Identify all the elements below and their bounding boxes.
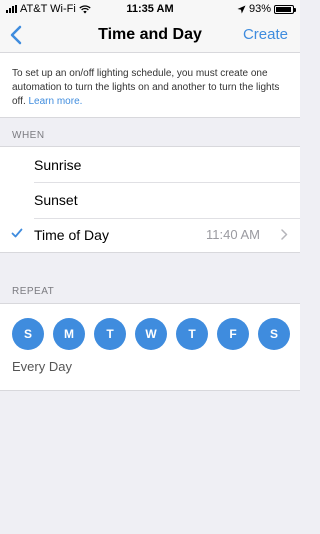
learn-more-link[interactable]: Learn more. <box>29 96 83 107</box>
when-option-label: Sunset <box>34 191 78 208</box>
battery-percent: 93% <box>248 3 271 15</box>
when-option-label: Time of Day <box>34 226 109 243</box>
day-button-monday[interactable]: M <box>53 318 85 350</box>
location-arrow-icon <box>237 5 246 13</box>
status-right: 93% <box>237 3 296 15</box>
create-button[interactable]: Create <box>243 26 288 43</box>
day-button-wednesday[interactable]: W <box>135 318 167 350</box>
navigation-bar: Time and Day Create <box>0 18 300 53</box>
day-selector: S M T W T F S <box>12 318 290 350</box>
status-bar: AT&T Wi-Fi 11:35 AM 93% <box>0 0 300 18</box>
intro-panel: To set up an on/off lighting schedule, y… <box>0 53 300 118</box>
battery-icon <box>274 4 296 14</box>
when-option-label: Sunrise <box>34 156 82 173</box>
chevron-right-icon <box>281 229 288 240</box>
repeat-section-header: REPEAT <box>12 286 55 297</box>
when-list: Sunrise Sunset Time of Day 11:40 AM <box>0 146 300 253</box>
intro-paragraph: To set up an on/off lighting schedule, y… <box>0 53 300 109</box>
when-option-sunrise[interactable]: Sunrise <box>0 147 300 182</box>
day-button-tuesday[interactable]: T <box>94 318 126 350</box>
when-option-time-of-day[interactable]: Time of Day 11:40 AM <box>0 217 300 252</box>
repeat-summary: Every Day <box>12 359 72 374</box>
when-option-sunset[interactable]: Sunset <box>0 182 300 217</box>
day-button-saturday[interactable]: S <box>258 318 290 350</box>
day-button-friday[interactable]: F <box>217 318 249 350</box>
day-button-sunday[interactable]: S <box>12 318 44 350</box>
day-button-thursday[interactable]: T <box>176 318 208 350</box>
battery-fill <box>276 6 291 12</box>
checkmark-icon <box>11 228 23 238</box>
when-section-header: WHEN <box>12 130 45 141</box>
repeat-panel: S M T W T F S Every Day <box>0 303 300 391</box>
time-of-day-value: 11:40 AM <box>206 227 260 242</box>
